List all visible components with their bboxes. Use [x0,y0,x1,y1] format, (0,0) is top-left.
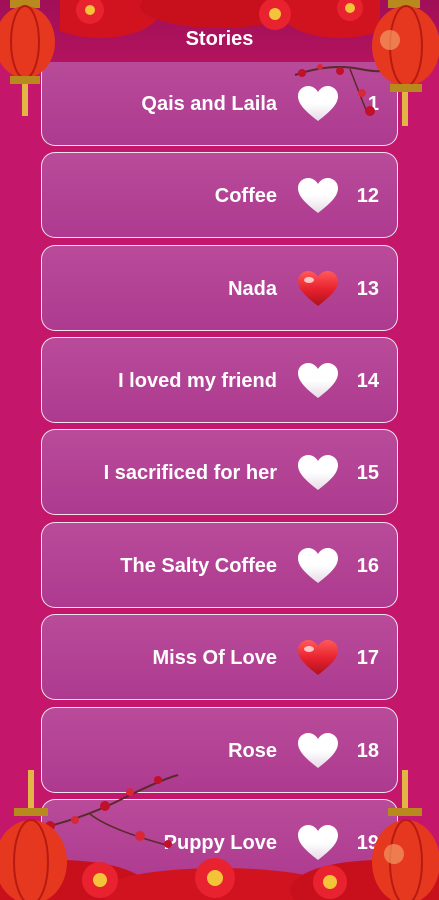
heart-shape [298,825,338,860]
heart-icon-filled-red[interactable] [297,639,339,677]
story-item[interactable]: Puppy Love 19 [41,799,398,885]
story-title: I loved my friend [118,370,277,392]
story-item[interactable]: Rose 18 [41,707,398,793]
story-item[interactable]: The Salty Coffee 16 [41,522,398,608]
heart-shine [304,277,314,283]
heart-icon-white[interactable] [297,824,339,862]
page-title-text: Stories [185,28,254,50]
story-title: Puppy Love [163,832,277,854]
heart-shape [298,640,338,675]
story-item[interactable]: Miss Of Love 17 [41,614,398,700]
heart-shape [298,363,338,398]
story-item[interactable]: I sacrificed for her 15 [41,429,398,515]
heart-shape [298,271,338,306]
heart-icon-white[interactable] [297,85,339,123]
heart-shine [304,739,314,745]
story-number: 19 [356,832,379,854]
heart-shine [304,369,314,375]
story-item[interactable]: Coffee 12 [41,152,398,238]
story-number: 14 [356,370,379,392]
heart-icon-white[interactable] [297,454,339,492]
story-number: 1 [367,93,379,115]
story-title: Coffee [214,185,277,207]
story-number: 13 [356,278,379,300]
heart-icon-white[interactable] [297,362,339,400]
heart-shape [298,178,338,213]
heart-shine [304,92,314,98]
story-title: I sacrificed for her [103,462,277,484]
story-title: Miss Of Love [152,647,277,669]
heart-icon-white[interactable] [297,732,339,770]
story-item[interactable]: Nada 13 [41,245,398,331]
story-number: 18 [356,740,379,762]
heart-shape [298,455,338,490]
story-item[interactable]: I loved my friend 14 [41,337,398,423]
story-title: Nada [228,278,277,300]
page-title: Stories [0,0,439,62]
story-item[interactable]: Qais and Laila 1 [41,60,398,146]
story-number: 15 [356,462,379,484]
heart-icon-white[interactable] [297,547,339,585]
story-title: Qais and Laila [141,93,277,115]
story-title: The Salty Coffee [120,555,277,577]
heart-shape [298,548,338,583]
heart-shine [304,831,314,837]
story-number: 12 [356,185,379,207]
heart-shine [304,461,314,467]
story-number: 16 [356,555,379,577]
story-number: 17 [356,647,379,669]
heart-icon-filled-red[interactable] [297,270,339,308]
heart-shine [304,554,314,560]
heart-shine [304,646,314,652]
story-title: Rose [228,740,277,762]
heart-shine [304,184,314,190]
heart-shape [298,733,338,768]
heart-shape [298,86,338,121]
heart-icon-white[interactable] [297,177,339,215]
